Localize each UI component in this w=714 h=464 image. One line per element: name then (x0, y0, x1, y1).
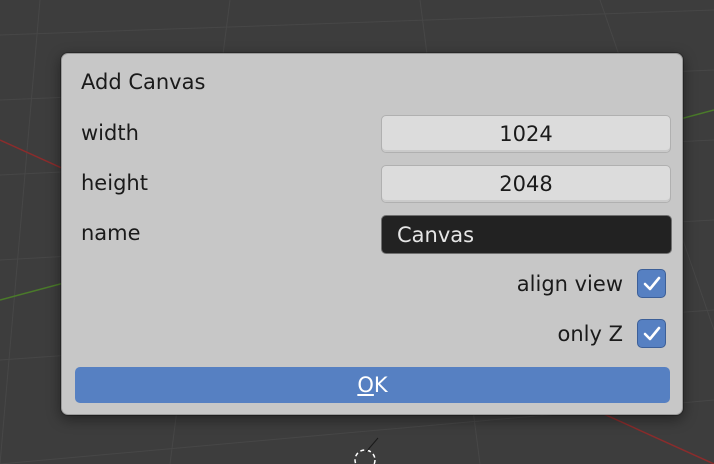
width-field[interactable]: 1024 (381, 115, 671, 153)
height-field[interactable]: 2048 (381, 165, 671, 203)
3d-cursor-icon (354, 437, 379, 464)
ok-label-rest: K (373, 373, 388, 397)
ok-mnemonic: O (357, 373, 374, 397)
dialog-title: Add Canvas (81, 70, 206, 94)
height-label: height (81, 171, 148, 195)
checkmark-icon (643, 276, 660, 290)
align-view-row[interactable]: align view (517, 269, 666, 298)
ok-button[interactable]: OK (75, 367, 670, 403)
name-input[interactable]: Canvas (381, 215, 672, 254)
only-z-label: only Z (557, 321, 623, 346)
name-label: name (81, 221, 141, 245)
only-z-checkbox[interactable] (637, 319, 666, 348)
width-label: width (81, 121, 139, 145)
checkmark-icon (643, 326, 660, 340)
only-z-row[interactable]: only Z (558, 319, 666, 348)
align-view-checkbox[interactable] (637, 269, 666, 298)
add-canvas-dialog: Add Canvas width 1024 height 2048 name C… (61, 53, 683, 415)
align-view-label: align view (516, 271, 623, 296)
